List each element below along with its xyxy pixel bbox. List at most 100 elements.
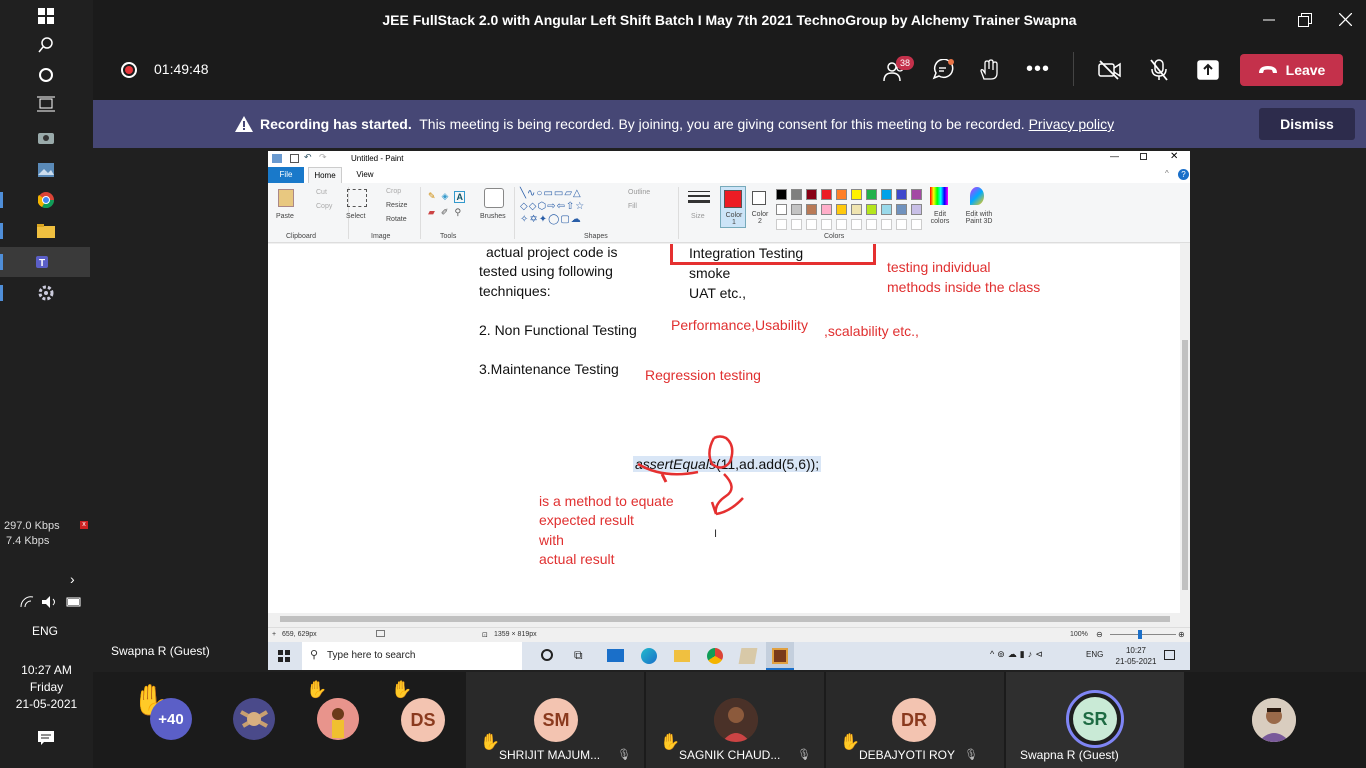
- participant-avatar-ds[interactable]: DS: [401, 698, 445, 742]
- palette-empty-swatch[interactable]: [851, 219, 862, 230]
- maximize-icon[interactable]: [1298, 13, 1312, 27]
- paint-close-icon[interactable]: ✕: [1170, 151, 1178, 162]
- palette-swatch[interactable]: [911, 189, 922, 200]
- redo-icon[interactable]: ↷: [319, 152, 327, 163]
- palette-swatch[interactable]: [896, 204, 907, 215]
- shared-explorer-icon[interactable]: [674, 650, 690, 662]
- paint-restore-icon[interactable]: [1140, 153, 1147, 160]
- magnifier-icon[interactable]: ⚲: [454, 207, 461, 218]
- crop-label[interactable]: Crop: [386, 188, 401, 195]
- edit-colors-label[interactable]: Edit colors: [928, 211, 952, 225]
- ribbon-collapse-icon[interactable]: ^: [1165, 169, 1169, 178]
- wifi-icon[interactable]: [20, 596, 34, 608]
- save-icon[interactable]: [290, 154, 299, 163]
- zoom-in-icon[interactable]: ⊕: [1178, 630, 1185, 639]
- palette-swatch[interactable]: [911, 204, 922, 215]
- color-picker-icon[interactable]: ✐: [441, 207, 449, 218]
- shapes-gallery[interactable]: ╲∿○▭▭▱△ ◇◇⬡⇨⇦⇧☆ ✧✡✦◯▢☁: [520, 187, 616, 227]
- outline-label[interactable]: Outline: [628, 189, 650, 196]
- shared-notification-icon[interactable]: [1164, 650, 1175, 660]
- tray-clock[interactable]: 10:27 AM Friday 21-05-2021: [0, 662, 93, 713]
- palette-empty-swatch[interactable]: [881, 219, 892, 230]
- file-explorer-icon[interactable]: [30, 217, 62, 245]
- palette-swatch[interactable]: [776, 204, 787, 215]
- more-actions-button[interactable]: •••: [1026, 59, 1050, 79]
- help-icon[interactable]: ?: [1178, 169, 1189, 180]
- paint3d-icon[interactable]: [970, 187, 984, 205]
- close-window-icon[interactable]: [1339, 13, 1352, 26]
- color1-button[interactable]: Color 1: [720, 186, 746, 228]
- cortana-icon[interactable]: [30, 61, 62, 89]
- tray-language[interactable]: ENG: [0, 624, 90, 638]
- palette-swatch[interactable]: [881, 204, 892, 215]
- palette-swatch[interactable]: [866, 189, 877, 200]
- paint-minimize-icon[interactable]: —: [1110, 151, 1119, 161]
- palette-swatch[interactable]: [806, 204, 817, 215]
- palette-swatch[interactable]: [851, 189, 862, 200]
- palette-empty-swatch[interactable]: [866, 219, 877, 230]
- palette-empty-swatch[interactable]: [791, 219, 802, 230]
- palette-swatch[interactable]: [896, 189, 907, 200]
- participant-photo-avatar[interactable]: [233, 698, 275, 740]
- palette-swatch[interactable]: [806, 189, 817, 200]
- leave-button[interactable]: Leave: [1240, 54, 1343, 86]
- brushes-label[interactable]: Brushes: [480, 213, 506, 220]
- shared-active-app[interactable]: [766, 642, 794, 670]
- palette-swatch[interactable]: [821, 189, 832, 200]
- undo-icon[interactable]: ↶: [304, 152, 312, 163]
- tab-home[interactable]: Home: [308, 167, 342, 183]
- palette-empty-swatch[interactable]: [896, 219, 907, 230]
- raise-hand-button[interactable]: [978, 59, 1000, 81]
- people-button[interactable]: 38: [883, 56, 914, 84]
- color2-swatch[interactable]: [752, 191, 766, 205]
- palette-empty-swatch[interactable]: [806, 219, 817, 230]
- shared-taskview-icon[interactable]: ⧉: [574, 648, 583, 663]
- size-label[interactable]: Size: [691, 213, 705, 220]
- battery-icon[interactable]: [66, 596, 82, 608]
- color2-label[interactable]: Color 2: [749, 211, 771, 225]
- select-label[interactable]: Select: [346, 213, 365, 220]
- palette-empty-swatch[interactable]: [836, 219, 847, 230]
- palette-swatch[interactable]: [791, 204, 802, 215]
- volume-icon[interactable]: [42, 596, 58, 608]
- palette-swatch[interactable]: [881, 189, 892, 200]
- fill-label[interactable]: Fill: [628, 203, 637, 210]
- vertical-scrollbar[interactable]: [1180, 244, 1190, 613]
- photos-app-icon[interactable]: [30, 156, 62, 184]
- tab-file[interactable]: File: [268, 167, 304, 183]
- dismiss-button[interactable]: Dismiss: [1259, 108, 1355, 140]
- paste-icon[interactable]: [278, 189, 294, 207]
- notification-center-icon[interactable]: [38, 731, 54, 745]
- network-close-icon[interactable]: x: [80, 521, 88, 529]
- chevron-right-icon[interactable]: ›: [70, 571, 75, 587]
- self-video-tile[interactable]: [1186, 672, 1366, 768]
- palette-swatch[interactable]: [836, 204, 847, 215]
- shared-edge-icon[interactable]: [641, 648, 657, 664]
- cut-label[interactable]: Cut: [316, 189, 327, 196]
- zoom-out-icon[interactable]: ⊖: [1096, 630, 1103, 639]
- overflow-participants-button[interactable]: +40: [150, 698, 192, 740]
- settings-gear-icon[interactable]: [30, 279, 62, 307]
- resize-label[interactable]: Resize: [386, 202, 407, 209]
- camera-off-button[interactable]: [1098, 60, 1122, 80]
- pencil-icon[interactable]: ✎: [428, 191, 436, 203]
- brushes-icon[interactable]: [484, 188, 504, 208]
- paint-canvas[interactable]: actual project code is tested using foll…: [268, 244, 1180, 613]
- camera-app-icon[interactable]: [30, 123, 62, 151]
- participant-tile[interactable]: ✋ SAGNIK CHAUD... 🎙︎: [646, 672, 824, 768]
- palette-swatch[interactable]: [866, 204, 877, 215]
- palette-swatch[interactable]: [836, 189, 847, 200]
- fill-icon[interactable]: ◈: [442, 191, 449, 203]
- palette-empty-swatch[interactable]: [821, 219, 832, 230]
- palette-empty-swatch[interactable]: [776, 219, 787, 230]
- select-icon[interactable]: [347, 189, 367, 207]
- horizontal-scrollbar[interactable]: [268, 613, 1180, 625]
- palette-empty-swatch[interactable]: [911, 219, 922, 230]
- participant-photo-avatar[interactable]: [317, 698, 359, 740]
- task-view-icon[interactable]: [30, 90, 62, 118]
- tab-view[interactable]: View: [350, 167, 380, 183]
- participant-tile-self[interactable]: SR Swapna R (Guest): [1006, 672, 1184, 768]
- palette-swatch[interactable]: [851, 204, 862, 215]
- edit-paint3d-label[interactable]: Edit with Paint 3D: [960, 211, 998, 225]
- shared-search-box[interactable]: ⚲ Type here to search: [302, 642, 522, 670]
